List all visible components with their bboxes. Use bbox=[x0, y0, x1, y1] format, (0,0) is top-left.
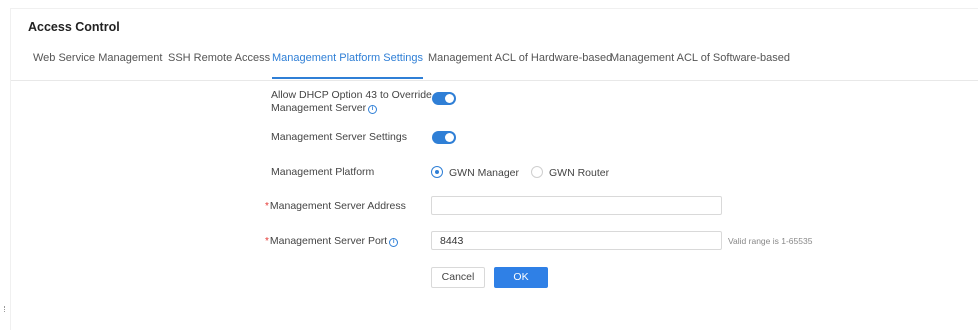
access-control-panel: Access Control Web Service Management SS… bbox=[10, 8, 978, 330]
info-icon[interactable]: i bbox=[368, 105, 378, 114]
window-edge-marker bbox=[4, 306, 7, 312]
cancel-button[interactable]: Cancel bbox=[431, 267, 485, 288]
dhcp-option-label-line2-wrap: Management Server i bbox=[271, 102, 432, 115]
radio-unchecked-icon bbox=[531, 166, 543, 178]
server-address-label-wrap: *Management Server Address bbox=[265, 200, 406, 213]
platform-label: Management Platform bbox=[271, 166, 375, 178]
radio-gwn-router[interactable]: GWN Router bbox=[531, 166, 609, 180]
server-port-hint: Valid range is 1-65535 bbox=[728, 236, 813, 246]
server-settings-toggle[interactable] bbox=[432, 131, 456, 144]
tab-management-platform-settings[interactable]: Management Platform Settings bbox=[272, 47, 424, 79]
radio-gwn-manager[interactable]: GWN Manager bbox=[431, 166, 519, 180]
tab-ssh-remote-access[interactable]: SSH Remote Access bbox=[168, 47, 270, 79]
required-marker: * bbox=[265, 201, 269, 212]
page-title: Access Control bbox=[28, 20, 120, 34]
server-settings-label: Management Server Settings bbox=[271, 131, 407, 143]
toggle-knob bbox=[445, 133, 454, 142]
ok-button[interactable]: OK bbox=[494, 267, 548, 288]
dhcp-option-label-line1: Allow DHCP Option 43 to Override bbox=[271, 89, 432, 101]
tab-web-service-management[interactable]: Web Service Management bbox=[33, 47, 162, 79]
toggle-knob bbox=[445, 94, 454, 103]
dhcp-option-label-line2: Management Server bbox=[271, 102, 367, 114]
radio-checked-icon bbox=[431, 166, 443, 178]
radio-gwn-manager-label: GWN Manager bbox=[449, 167, 520, 179]
server-port-label-wrap: *Management Server Port i bbox=[265, 235, 399, 248]
server-address-input[interactable] bbox=[431, 196, 722, 215]
server-port-label: Management Server Port bbox=[269, 235, 388, 247]
server-address-label: Management Server Address bbox=[269, 200, 406, 212]
info-icon[interactable]: i bbox=[389, 238, 399, 247]
server-port-input[interactable] bbox=[431, 231, 722, 250]
radio-gwn-router-label: GWN Router bbox=[549, 167, 610, 179]
tab-bar: Web Service Management SSH Remote Access… bbox=[11, 47, 978, 81]
required-marker: * bbox=[265, 236, 269, 247]
tab-management-acl-software[interactable]: Management ACL of Software-based bbox=[610, 47, 790, 79]
dhcp-option-toggle[interactable] bbox=[432, 92, 456, 105]
dhcp-option-label: Allow DHCP Option 43 to Override Managem… bbox=[271, 89, 432, 115]
tab-management-acl-hardware[interactable]: Management ACL of Hardware-based bbox=[428, 47, 612, 79]
